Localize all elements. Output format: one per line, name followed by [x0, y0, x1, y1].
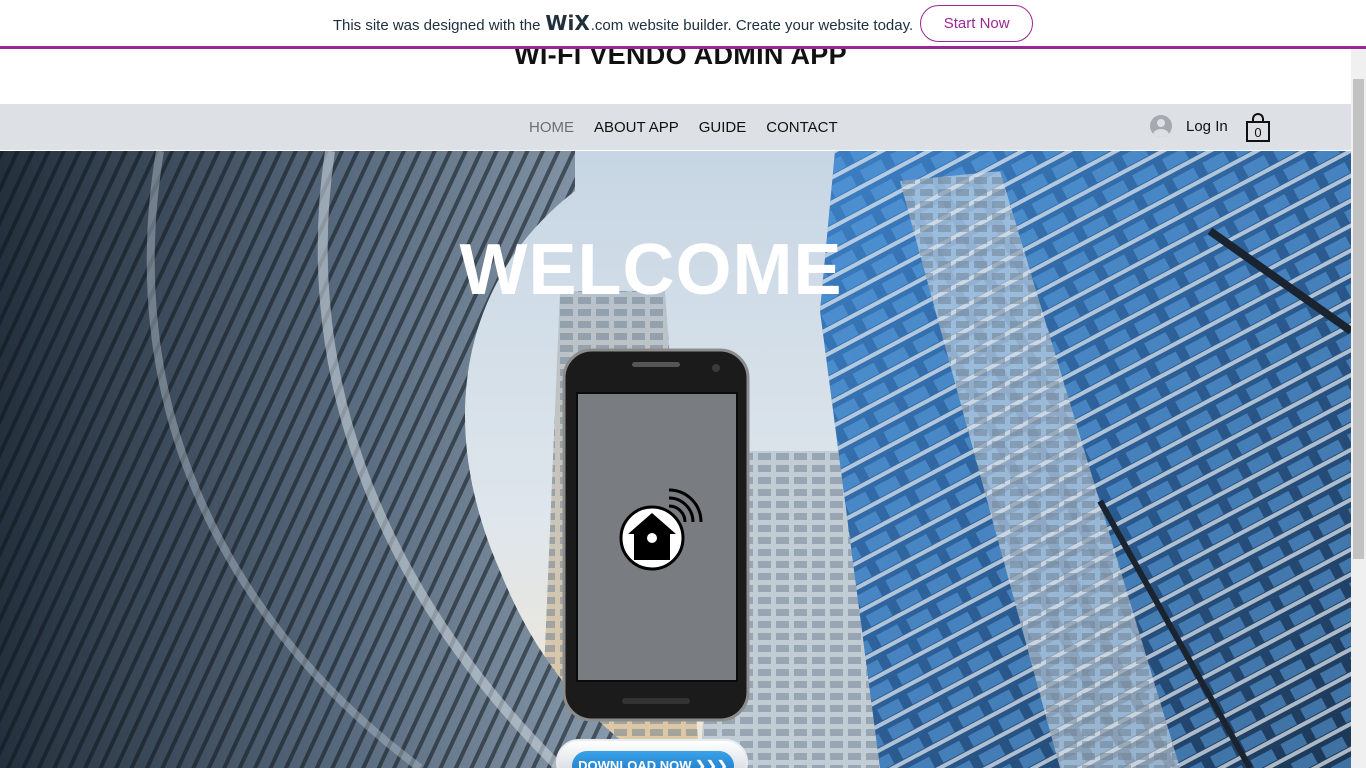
page: This site was designed with the WiX .com…	[0, 0, 1366, 768]
user-avatar-icon	[1150, 115, 1172, 137]
cart-button[interactable]: 0	[1245, 112, 1271, 144]
banner-text-after: website builder. Create your website tod…	[628, 17, 914, 34]
start-now-button[interactable]: Start Now	[920, 4, 1034, 42]
navbar: HOME ABOUT APP GUIDE CONTACT Log In 0	[0, 104, 1351, 150]
login-button[interactable]: Log In	[1150, 115, 1228, 137]
download-now-label: DOWNLOAD NOW ❯❯❯	[572, 751, 734, 768]
download-now-button[interactable]: DOWNLOAD NOW ❯❯❯	[556, 739, 748, 768]
welcome-heading: WELCOME	[459, 230, 843, 310]
wix-logo-suffix: .com	[590, 17, 624, 34]
nav-menu: HOME ABOUT APP GUIDE CONTACT	[519, 104, 848, 150]
wix-banner-text: This site was designed with the WiX .com…	[333, 11, 913, 35]
nav-item-guide[interactable]: GUIDE	[689, 119, 757, 136]
wix-logo: WiX	[545, 11, 590, 35]
page-scrollbar[interactable]	[1351, 49, 1366, 768]
nav-item-contact[interactable]: CONTACT	[756, 119, 847, 136]
smartphone-illustration	[562, 348, 750, 722]
hero-section: WELCOME DOWNLOAD NOW ❯❯❯	[0, 151, 1351, 768]
wix-promo-banner: This site was designed with the WiX .com…	[0, 0, 1366, 49]
cart-count: 0	[1246, 121, 1270, 142]
scrollbar-thumb[interactable]	[1353, 79, 1364, 559]
nav-item-about-app[interactable]: ABOUT APP	[584, 119, 689, 136]
banner-text-before: This site was designed with the	[332, 17, 541, 34]
login-label: Log In	[1186, 117, 1228, 135]
nav-item-home[interactable]: HOME	[519, 119, 584, 136]
